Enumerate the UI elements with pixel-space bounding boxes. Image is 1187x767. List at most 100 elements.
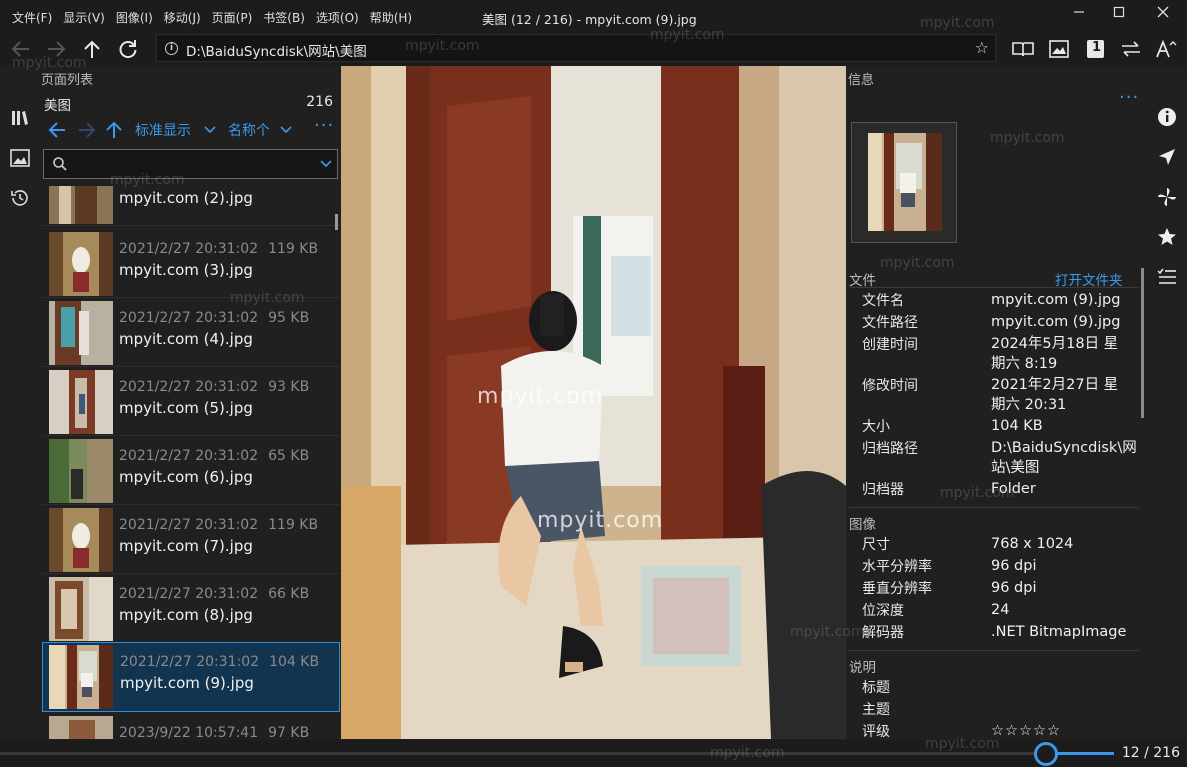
page-mode-button[interactable]: 1 <box>1083 36 1109 62</box>
list-item-selected[interactable]: 2021/2/27 20:31:02 104 KB mpyit.com (9).j… <box>42 642 340 712</box>
history-icon <box>11 190 28 206</box>
font-size-button[interactable] <box>1154 36 1180 62</box>
file-list: mpyit.com (2).jpg 2021/2/27 20:31:02 119 … <box>42 186 340 739</box>
menu-help[interactable]: 帮助(H) <box>370 9 412 26</box>
favorites-button[interactable] <box>1155 225 1179 249</box>
book-view-button[interactable] <box>1010 36 1036 62</box>
up-button[interactable] <box>80 38 104 60</box>
main-image[interactable]: mpyit.com mpyit.com <box>341 66 846 739</box>
filter-input[interactable] <box>43 149 338 179</box>
section-divider <box>849 650 1139 651</box>
list-item[interactable]: 2021/2/27 20:31:02 93 KB mpyit.com (5).jp… <box>42 368 340 436</box>
file-meta: 2023/9/22 10:57:41 97 KB <box>119 725 309 739</box>
checklist-icon <box>1157 268 1176 284</box>
view-mode-dropdown[interactable]: 标准显示 <box>135 120 191 140</box>
list-item[interactable]: 2021/2/27 20:31:02 119 KB mpyit.com (3).j… <box>42 230 340 298</box>
close-button[interactable] <box>1148 4 1178 24</box>
file-name: mpyit.com (8).jpg <box>119 606 253 624</box>
address-bar[interactable]: i D:\BaiduSyncdisk\网站\美图 ☆ <box>156 34 996 62</box>
open-folder-link[interactable]: 打开文件夹 <box>1055 269 1123 289</box>
file-size: 119 KB <box>268 517 319 533</box>
file-size: 65 KB <box>268 448 310 464</box>
history-button[interactable] <box>8 186 32 210</box>
back-button[interactable] <box>9 38 33 60</box>
image-list-button[interactable] <box>8 146 32 170</box>
thumbnail <box>49 232 113 296</box>
pinwheel-icon <box>1158 188 1176 206</box>
info-value: 2021年2月27日 星期六 20:31 <box>991 377 1119 413</box>
menu-file[interactable]: 文件(F) <box>12 9 52 26</box>
list-scrollbar[interactable] <box>335 214 338 230</box>
watermark: mpyit.com <box>990 130 1065 146</box>
info-value: mpyit.com (9).jpg <box>991 314 1121 330</box>
minimize-button[interactable] <box>1064 4 1094 24</box>
list-item[interactable]: 2021/2/27 20:31:02 119 KB mpyit.com (7).j… <box>42 506 340 574</box>
info-label: 垂直分辨率 <box>862 581 932 597</box>
menu-page[interactable]: 页面(P) <box>212 9 253 26</box>
info-value: 96 dpi <box>991 558 1037 574</box>
sort-dropdown[interactable]: 名称个 <box>228 120 270 140</box>
list-item[interactable]: mpyit.com (2).jpg <box>42 186 340 226</box>
chevron-down-icon <box>280 126 292 134</box>
arrow-right-icon <box>48 41 66 57</box>
thumbnail <box>49 439 113 503</box>
maximize-button[interactable] <box>1104 4 1134 24</box>
list-item[interactable]: 2021/2/27 20:31:02 65 KB mpyit.com (6).jp… <box>42 437 340 505</box>
page-indicator: 12 / 216 <box>1121 745 1180 761</box>
library-button[interactable] <box>8 106 32 130</box>
info-scrollbar[interactable] <box>1141 268 1144 418</box>
title-bar: 文件(F) 显示(V) 图像(I) 移动(J) 页面(P) 书签(B) 选项(O… <box>0 0 1187 32</box>
rating-stars[interactable]: ☆☆☆☆☆ <box>991 721 1131 741</box>
menu-bookmark[interactable]: 书签(B) <box>263 9 305 26</box>
image-icon <box>1049 40 1069 58</box>
list-item[interactable]: 2023/9/22 10:57:41 97 KB <box>42 714 340 739</box>
info-tab-button[interactable] <box>1155 105 1179 129</box>
menu-image[interactable]: 图像(I) <box>116 9 153 26</box>
more-options-icon[interactable]: ··· <box>314 115 334 136</box>
forward-arrow-icon[interactable] <box>77 120 97 140</box>
info-label: 文件路径 <box>862 315 918 331</box>
close-icon <box>1157 6 1169 18</box>
menu-view[interactable]: 显示(V) <box>63 9 105 26</box>
menu-options[interactable]: 选项(O) <box>316 9 359 26</box>
list-item[interactable]: 2021/2/27 20:31:02 95 KB mpyit.com (4).jp… <box>42 299 340 367</box>
info-label: 创建时间 <box>862 337 918 353</box>
more-options-icon[interactable]: ··· <box>1119 89 1139 107</box>
library-icon <box>12 111 28 125</box>
navigator-button[interactable] <box>1155 145 1179 169</box>
info-icon[interactable]: i <box>165 42 178 55</box>
direction-button[interactable] <box>1118 36 1144 62</box>
window-title: 美图 (12 / 216) - mpyit.com (9).jpg <box>482 12 697 27</box>
address-text[interactable]: D:\BaiduSyncdisk\网站\美图 <box>186 40 367 60</box>
photo-content <box>341 66 846 739</box>
slider-knob[interactable] <box>1034 742 1058 766</box>
file-date: 2021/2/27 20:31:02 <box>119 448 259 464</box>
info-value: mpyit.com (9).jpg <box>991 292 1121 308</box>
info-panel-title: 信息 <box>848 73 875 88</box>
effects-button[interactable] <box>1155 185 1179 209</box>
chevron-down-icon[interactable] <box>320 159 332 169</box>
maximize-icon <box>1113 6 1125 18</box>
info-value: 104 KB <box>991 418 1043 434</box>
star-icon[interactable]: ☆ <box>975 38 989 57</box>
file-meta: 2021/2/27 20:31:02 119 KB <box>119 517 318 533</box>
info-value: 96 dpi <box>991 580 1037 596</box>
refresh-button[interactable] <box>116 38 140 60</box>
file-meta: 2021/2/27 20:31:02 65 KB <box>119 448 309 464</box>
file-name: mpyit.com (4).jpg <box>119 330 253 348</box>
list-item[interactable]: 2021/2/27 20:31:02 66 KB mpyit.com (8).jp… <box>42 575 340 643</box>
forward-button[interactable] <box>44 38 68 60</box>
search-icon <box>53 157 67 171</box>
file-date: 2021/2/27 20:31:02 <box>119 517 259 533</box>
back-arrow-icon[interactable] <box>47 120 67 140</box>
file-size: 104 KB <box>269 654 320 670</box>
swap-arrows-icon <box>1122 41 1140 57</box>
info-value: .NET BitmapImage <box>991 624 1127 640</box>
single-image-button[interactable] <box>1046 36 1072 62</box>
file-date: 2023/9/22 10:57:41 <box>119 725 259 739</box>
page-progress-track[interactable] <box>0 752 1040 755</box>
settings-list-button[interactable] <box>1155 265 1179 289</box>
menu-move[interactable]: 移动(J) <box>164 9 201 26</box>
up-arrow-icon[interactable] <box>104 120 124 140</box>
file-name: mpyit.com (2).jpg <box>119 189 253 207</box>
